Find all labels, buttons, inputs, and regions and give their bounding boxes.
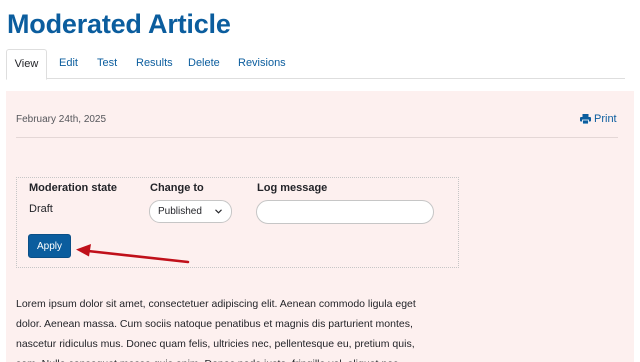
chevron-down-icon (215, 209, 222, 214)
apply-button[interactable]: Apply (28, 234, 71, 258)
tab-bar: View Edit Test Results Delete Revisions (6, 49, 625, 80)
change-to-select[interactable]: Published (149, 200, 232, 223)
moderation-state-header: Moderation state (29, 182, 118, 194)
body-line: nascetur ridiculus mus. Donec quam felis… (16, 338, 415, 350)
tab-view[interactable]: View (6, 49, 47, 80)
print-label: Print (594, 113, 617, 125)
divider (16, 137, 618, 138)
page-title: Moderated Article (7, 9, 231, 39)
log-message-header: Log message (257, 182, 328, 194)
tab-revisions[interactable]: Revisions (238, 49, 286, 79)
log-message-input[interactable] (256, 200, 434, 224)
article-date: February 24th, 2025 (16, 114, 107, 125)
tab-results[interactable]: Results (136, 49, 173, 79)
arrow-annotation (76, 244, 190, 264)
tab-edit[interactable]: Edit (59, 49, 78, 79)
print-link[interactable]: Print (580, 113, 617, 127)
printer-icon (580, 114, 591, 125)
change-to-selected: Published (158, 206, 202, 217)
tab-test[interactable]: Test (97, 49, 117, 79)
tab-delete[interactable]: Delete (188, 49, 220, 79)
body-line: Lorem ipsum dolor sit amet, consectetuer… (16, 298, 416, 310)
change-to-header: Change to (150, 182, 204, 194)
moderation-state-value: Draft (29, 203, 53, 215)
body-line: dolor. Aenean massa. Cum sociis natoque … (16, 318, 413, 330)
body-line: sem. Nulla consequat massa quis enim. Do… (16, 354, 448, 362)
article-body: Lorem ipsum dolor sit amet, consectetuer… (16, 294, 448, 362)
